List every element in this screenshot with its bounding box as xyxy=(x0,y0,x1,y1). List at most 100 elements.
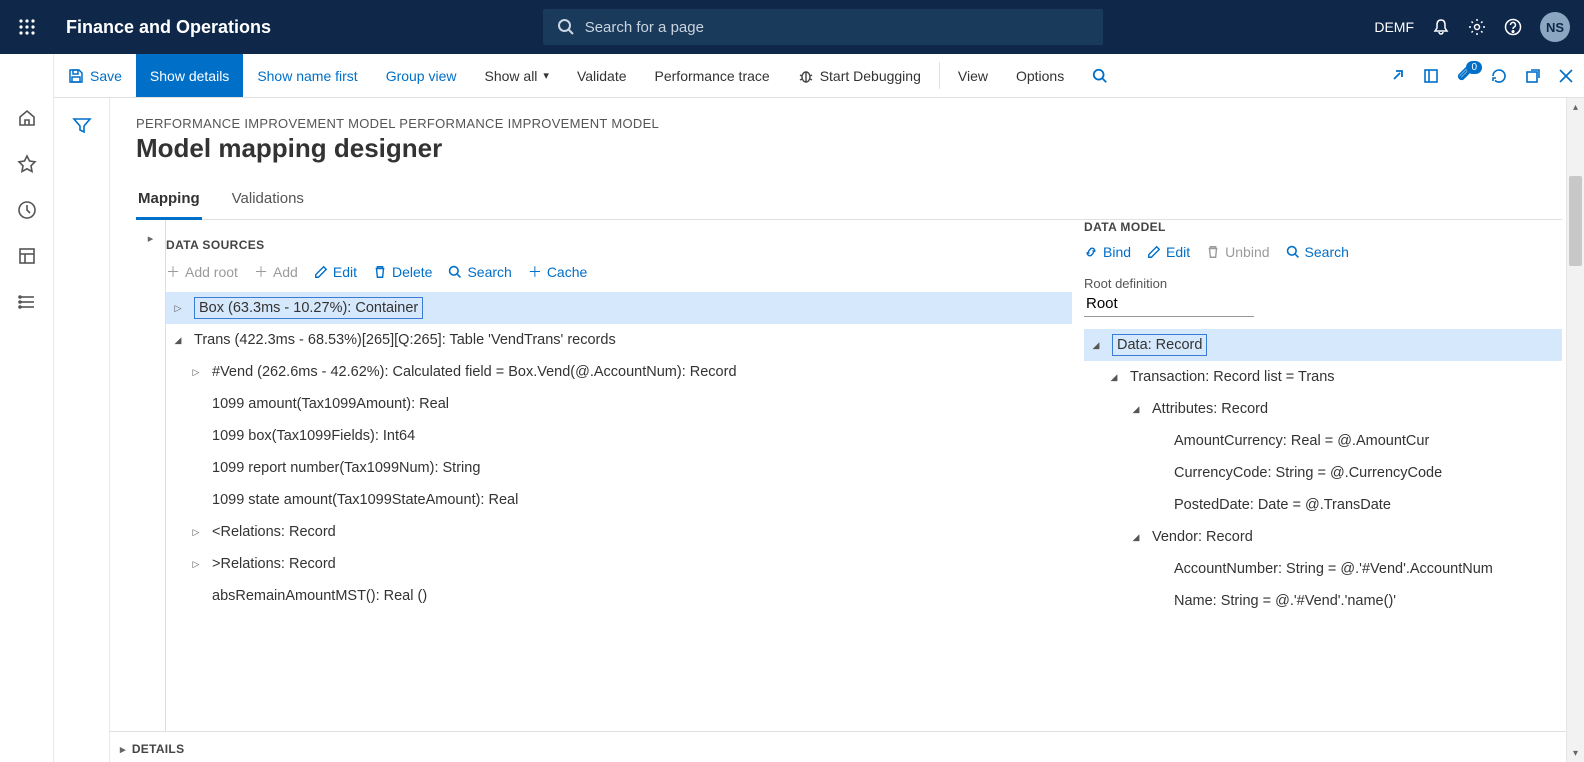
tree-row[interactable]: ◢ Attributes: Record xyxy=(1084,393,1562,425)
tree-row[interactable]: absRemainAmountMST(): Real () xyxy=(166,580,1072,612)
scroll-down-icon[interactable]: ▾ xyxy=(1567,744,1584,762)
tree-row[interactable]: 1099 report number(Tax1099Num): String xyxy=(166,452,1072,484)
twisty-closed-icon[interactable]: ▷ xyxy=(188,367,204,378)
favorite-icon[interactable] xyxy=(17,154,37,174)
show-name-first-button[interactable]: Show name first xyxy=(243,54,371,97)
waffle-icon[interactable] xyxy=(0,18,54,36)
close-icon[interactable] xyxy=(1558,68,1574,84)
tree-row[interactable]: 1099 box(Tax1099Fields): Int64 xyxy=(166,420,1072,452)
scroll-up-icon[interactable]: ▴ xyxy=(1567,98,1584,116)
show-all-dropdown[interactable]: Show all▾ xyxy=(471,54,563,97)
gear-icon[interactable] xyxy=(1468,18,1486,36)
plus-icon: ＋ xyxy=(166,262,180,282)
tree-label: #Vend (262.6ms - 42.62%): Calculated fie… xyxy=(212,364,737,380)
global-search-input[interactable] xyxy=(585,19,1089,36)
trash-icon xyxy=(373,265,387,279)
twisty-open-icon[interactable]: ◢ xyxy=(170,335,186,346)
edit-button[interactable]: Edit xyxy=(314,264,357,280)
tree-row[interactable]: Name: String = @.'#Vend'.'name()' xyxy=(1084,585,1562,617)
tree-row[interactable]: ▷<Relations: Record xyxy=(166,516,1072,548)
twisty-open-icon[interactable]: ◢ xyxy=(1128,532,1144,543)
twisty-closed-icon[interactable]: ▷ xyxy=(170,303,186,314)
filter-column xyxy=(54,98,110,762)
group-view-button[interactable]: Group view xyxy=(372,54,471,97)
tree-row[interactable]: ◢ Data: Record xyxy=(1084,329,1562,361)
bind-button[interactable]: Bind xyxy=(1084,244,1131,260)
tree-label: Attributes: Record xyxy=(1152,401,1268,417)
attachments-button[interactable]: 0 xyxy=(1456,67,1474,85)
page-title: Model mapping designer xyxy=(136,133,1562,164)
data-model-panel: DATA MODEL Bind Edit Unbind Search Root … xyxy=(1072,220,1562,762)
home-icon[interactable] xyxy=(17,108,37,128)
workspace-icon[interactable] xyxy=(17,246,37,266)
options-button[interactable]: Options xyxy=(1002,54,1078,97)
company-label[interactable]: DEMF xyxy=(1374,19,1414,35)
tree-row[interactable]: ▷>Relations: Record xyxy=(166,548,1072,580)
details-section-header[interactable]: ▸ DETAILS xyxy=(110,731,1584,762)
tree-label: Vendor: Record xyxy=(1152,529,1253,545)
twisty-open-icon[interactable]: ◢ xyxy=(1088,340,1104,351)
start-debugging-button[interactable]: Start Debugging xyxy=(784,54,935,97)
root-definition-input[interactable] xyxy=(1084,291,1254,317)
show-details-button[interactable]: Show details xyxy=(136,54,243,97)
cache-button[interactable]: ＋Cache xyxy=(528,262,587,282)
dm-edit-button[interactable]: Edit xyxy=(1147,244,1190,260)
tree-row[interactable]: 1099 amount(Tax1099Amount): Real xyxy=(166,388,1072,420)
main-column: PERFORMANCE IMPROVEMENT MODEL PERFORMANC… xyxy=(110,98,1584,762)
twisty-open-icon[interactable]: ◢ xyxy=(1106,372,1122,383)
recent-icon[interactable] xyxy=(17,200,37,220)
left-rail xyxy=(0,54,54,762)
tree-label: Data: Record xyxy=(1112,334,1207,356)
chevron-down-icon: ▾ xyxy=(543,69,549,82)
tree-row[interactable]: AccountNumber: String = @.'#Vend'.Accoun… xyxy=(1084,553,1562,585)
twisty-open-icon[interactable]: ◢ xyxy=(1128,404,1144,415)
add-button[interactable]: ＋Add xyxy=(254,262,298,282)
twisty-closed-icon[interactable]: ▷ xyxy=(188,559,204,570)
data-sources-tree[interactable]: ▷Box (63.3ms - 10.27%): Container◢Trans … xyxy=(166,292,1072,762)
toolbar-search-button[interactable] xyxy=(1078,54,1122,97)
bell-icon[interactable] xyxy=(1432,18,1450,36)
help-icon[interactable] xyxy=(1504,18,1522,36)
plus-icon: ＋ xyxy=(254,262,268,282)
tree-row[interactable]: CurrencyCode: String = @.CurrencyCode xyxy=(1084,457,1562,489)
add-root-button[interactable]: ＋Add root xyxy=(166,262,238,282)
modules-icon[interactable] xyxy=(17,292,37,312)
tree-row[interactable]: ▷ #Vend (262.6ms - 42.62%): Calculated fi… xyxy=(166,356,1072,388)
content: PERFORMANCE IMPROVEMENT MODEL PERFORMANC… xyxy=(54,98,1584,762)
left-collapse-gutter[interactable]: ▸ xyxy=(136,220,166,762)
tree-row[interactable]: AmountCurrency: Real = @.AmountCur xyxy=(1084,425,1562,457)
filter-icon[interactable] xyxy=(72,116,92,762)
tree-row[interactable]: 1099 state amount(Tax1099StateAmount): R… xyxy=(166,484,1072,516)
root-definition-label: Root definition xyxy=(1084,276,1562,291)
scrollbar-thumb[interactable] xyxy=(1569,176,1582,266)
popout-icon[interactable] xyxy=(1524,67,1542,85)
delete-button[interactable]: Delete xyxy=(373,264,432,280)
performance-trace-button[interactable]: Performance trace xyxy=(641,54,784,97)
tree-row[interactable]: ◢Trans (422.3ms - 68.53%)[265][Q:265]: T… xyxy=(166,324,1072,356)
data-model-tree[interactable]: ◢ Data: Record ◢Transaction: Record list =… xyxy=(1084,329,1562,617)
office-icon[interactable] xyxy=(1422,67,1440,85)
view-button[interactable]: View xyxy=(944,54,1002,97)
plus-icon: ＋ xyxy=(528,262,542,282)
tab-validations[interactable]: Validations xyxy=(230,182,306,219)
tree-label: 1099 report number(Tax1099Num): String xyxy=(212,460,480,476)
tree-row[interactable]: ◢Transaction: Record list = Trans xyxy=(1084,361,1562,393)
tree-label: CurrencyCode: String = @.CurrencyCode xyxy=(1174,465,1442,481)
refresh-icon[interactable] xyxy=(1490,67,1508,85)
page-scrollbar[interactable]: ▴ ▾ xyxy=(1566,98,1584,762)
validate-button[interactable]: Validate xyxy=(563,54,641,97)
twisty-closed-icon[interactable]: ▷ xyxy=(188,527,204,538)
breadcrumb: PERFORMANCE IMPROVEMENT MODEL PERFORMANC… xyxy=(136,116,1562,131)
unbind-button[interactable]: Unbind xyxy=(1206,244,1269,260)
link-icon[interactable] xyxy=(1388,67,1406,85)
tree-row[interactable]: ▷Box (63.3ms - 10.27%): Container xyxy=(166,292,1072,324)
tree-label: AmountCurrency: Real = @.AmountCur xyxy=(1174,433,1429,449)
avatar[interactable]: NS xyxy=(1540,12,1570,42)
tab-mapping[interactable]: Mapping xyxy=(136,182,202,220)
tree-row[interactable]: PostedDate: Date = @.TransDate xyxy=(1084,489,1562,521)
ds-search-button[interactable]: Search xyxy=(448,264,511,280)
dm-search-button[interactable]: Search xyxy=(1286,244,1349,260)
save-button[interactable]: Save xyxy=(54,54,136,97)
tree-row[interactable]: ◢ Vendor: Record xyxy=(1084,521,1562,553)
global-search[interactable] xyxy=(543,9,1103,45)
